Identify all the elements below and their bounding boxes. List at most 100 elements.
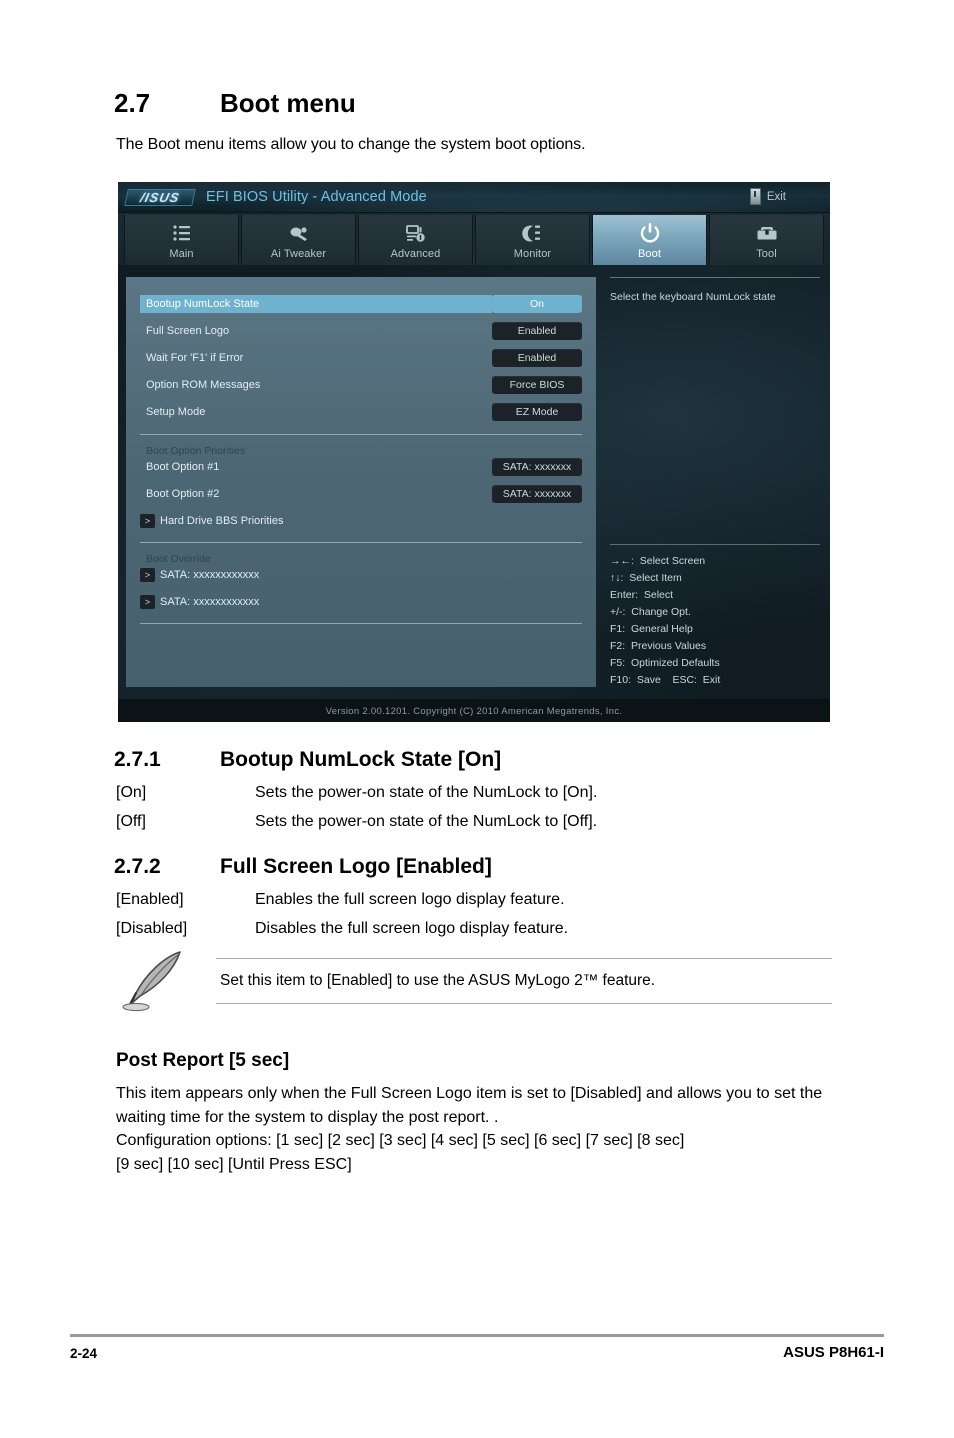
product-name: ASUS P8H61-I (783, 1344, 884, 1361)
chevron-right-icon: > (140, 567, 155, 582)
submenu-hard-drive-bbs-priorities[interactable]: > Hard Drive BBS Priorities (140, 512, 582, 529)
settings-divider (140, 434, 582, 435)
bios-settings-panel: Bootup NumLock State On Full Screen Logo… (126, 277, 596, 687)
asus-logo-icon: /ISUS (124, 188, 196, 206)
section-heading-2-7-2: 2.7.2 Full Screen Logo [Enabled] (114, 855, 492, 879)
setting-row-boot-option-2[interactable]: Boot Option #2 SATA: xxxxxxx (140, 485, 582, 503)
boot-override-divider (140, 542, 582, 543)
advanced-chip-icon (405, 221, 427, 245)
definition-term: [Disabled] (116, 920, 188, 937)
setting-value[interactable]: SATA: xxxxxxx (492, 485, 582, 503)
definition-row: [Disabled] Disables the full screen logo… (116, 914, 828, 943)
definition-row: [On] Sets the power-on state of the NumL… (116, 778, 828, 807)
bios-footer: Version 2.00.1201. Copyright (C) 2010 Am… (118, 699, 830, 722)
setting-value[interactable]: Force BIOS (492, 376, 582, 394)
help-description: Select the keyboard NumLock state (610, 291, 776, 303)
page-number: 2-24 (70, 1346, 98, 1361)
definition-list-2-7-2: [Enabled] Enables the full screen logo d… (116, 885, 828, 943)
tab-advanced-label: Advanced (390, 248, 441, 260)
section-title: Boot menu (220, 88, 356, 118)
setting-label: Setup Mode (146, 406, 206, 418)
tuning-knob-icon (288, 221, 310, 245)
key-legend-divider (610, 544, 820, 545)
bios-tab-bar: Main Ai Tweaker Advanced Monitor Boot To… (118, 213, 830, 265)
exit-button[interactable]: Exit (749, 188, 786, 205)
feather-pen-icon (120, 948, 198, 1012)
definition-row: [Off] Sets the power-on state of the Num… (116, 807, 828, 836)
section-heading-2-7-1: 2.7.1 Bootup NumLock State [On] (114, 748, 501, 772)
tab-monitor[interactable]: Monitor (475, 215, 590, 265)
key-legend-line: +/-: Change Opt. (610, 606, 691, 618)
boot-override-item-1[interactable]: > SATA: xxxxxxxxxxxx (140, 566, 582, 583)
setting-value[interactable]: Enabled (492, 322, 582, 340)
group-label-boot-option-priorities: Boot Option Priorities (146, 445, 246, 457)
definition-description: Enables the full screen logo display fea… (255, 891, 565, 908)
key-legend-line: F5: Optimized Defaults (610, 657, 720, 669)
document-page: 2.7 Boot menu The Boot menu items allow … (0, 0, 954, 1438)
tab-boot[interactable]: Boot (592, 215, 707, 265)
key-legend-line: F1: General Help (610, 623, 693, 635)
tab-main-label: Main (169, 248, 194, 260)
section-heading-2-7: 2.7 Boot menu (114, 88, 356, 119)
tab-tool-label: Tool (756, 248, 777, 260)
setting-label: Boot Option #1 (146, 461, 220, 473)
tab-ai-tweaker[interactable]: Ai Tweaker (241, 215, 356, 265)
toolbox-icon (756, 221, 778, 245)
section-intro-text: The Boot menu items allow you to change … (116, 136, 586, 153)
list-icon (172, 221, 192, 245)
chevron-right-icon: > (140, 513, 155, 528)
boot-override-item-2[interactable]: > SATA: xxxxxxxxxxxx (140, 593, 582, 610)
definition-term: [On] (116, 784, 147, 801)
section-title: Bootup NumLock State [On] (220, 748, 502, 771)
tab-tool[interactable]: Tool (709, 215, 824, 265)
setting-label: Option ROM Messages (146, 379, 261, 391)
setting-value[interactable]: Enabled (492, 349, 582, 367)
exit-door-icon (749, 188, 761, 205)
post-report-body: This item appears only when the Full Scr… (116, 1082, 828, 1176)
setting-label: Bootup NumLock State (140, 295, 492, 313)
key-legend-line: Enter: Select (610, 589, 674, 601)
exit-button-label: Exit (766, 190, 786, 203)
definition-row: [Enabled] Enables the full screen logo d… (116, 885, 828, 914)
section-number: 2.7 (114, 88, 151, 118)
tab-advanced[interactable]: Advanced (358, 215, 473, 265)
definition-description: Sets the power-on state of the NumLock t… (255, 813, 598, 830)
tab-monitor-label: Monitor (513, 248, 552, 260)
key-legend-line: ↑↓: Select Item (610, 572, 682, 584)
note-callout: Set this item to [Enabled] to use the AS… (116, 948, 832, 1012)
post-report-config-line-1: Configuration options: [1 sec] [2 sec] [… (116, 1132, 685, 1149)
chevron-right-icon: > (140, 594, 155, 609)
section-title: Full Screen Logo [Enabled] (220, 855, 492, 878)
post-report-heading: Post Report [5 sec] (116, 1050, 290, 1071)
key-legend-line: →←: Select Screen (610, 555, 706, 567)
bios-help-panel: Select the keyboard NumLock state →←: Se… (596, 265, 830, 699)
boot-override-label: SATA: xxxxxxxxxxxx (160, 595, 260, 608)
definition-description: Disables the full screen logo display fe… (255, 920, 569, 937)
setting-label: Wait For 'F1' if Error (146, 352, 244, 364)
section-number: 2.7.2 (114, 855, 161, 878)
monitor-gauge-icon (521, 221, 544, 245)
bios-screenshot: /ISUS EFI BIOS Utility - Advanced Mode E… (118, 182, 830, 722)
setting-value[interactable]: EZ Mode (492, 403, 582, 421)
setting-row-setup-mode[interactable]: Setup Mode EZ Mode (140, 403, 582, 421)
setting-row-bootup-numlock-state[interactable]: Bootup NumLock State On (140, 295, 582, 313)
setting-row-boot-option-1[interactable]: Boot Option #1 SATA: xxxxxxx (140, 458, 582, 476)
tab-boot-label: Boot (637, 248, 662, 260)
key-legend-line: F2: Previous Values (610, 640, 707, 652)
tab-main[interactable]: Main (124, 215, 239, 265)
footer-rule (70, 1334, 884, 1337)
boot-override-label: SATA: xxxxxxxxxxxx (160, 568, 260, 581)
setting-row-option-rom-messages[interactable]: Option ROM Messages Force BIOS (140, 376, 582, 394)
bios-version-text: Version 2.00.1201. Copyright (C) 2010 Am… (325, 705, 623, 717)
post-report-paragraph: This item appears only when the Full Scr… (116, 1085, 823, 1126)
setting-label: Full Screen Logo (146, 325, 230, 337)
setting-value[interactable]: SATA: xxxxxxx (492, 458, 582, 476)
definition-description: Sets the power-on state of the NumLock t… (255, 784, 598, 801)
setting-row-full-screen-logo[interactable]: Full Screen Logo Enabled (140, 322, 582, 340)
key-legend: →←: Select Screen ↑↓: Select Item Enter:… (610, 536, 820, 689)
submenu-label: Hard Drive BBS Priorities (160, 514, 284, 527)
tab-ai-tweaker-label: Ai Tweaker (270, 248, 327, 260)
setting-value[interactable]: On (492, 295, 582, 313)
help-panel-divider (610, 277, 820, 278)
setting-row-wait-for-f1-if-error[interactable]: Wait For 'F1' if Error Enabled (140, 349, 582, 367)
